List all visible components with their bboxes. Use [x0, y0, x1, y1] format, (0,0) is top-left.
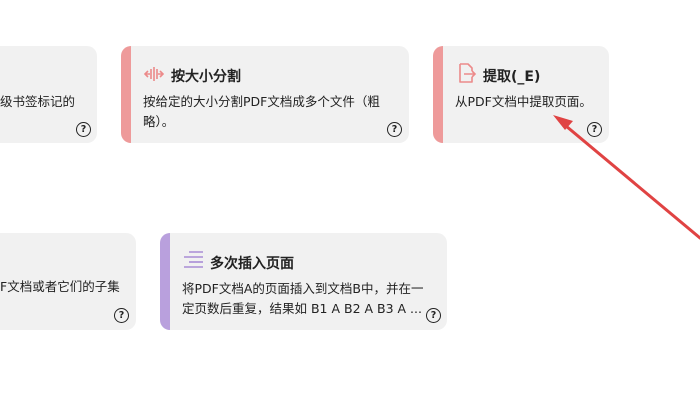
help-icon[interactable]: ?	[114, 308, 129, 323]
help-icon[interactable]: ?	[76, 122, 91, 137]
help-icon[interactable]: ?	[587, 122, 602, 137]
help-icon[interactable]: ?	[387, 122, 402, 137]
card-description-line1: 按给定的大小分割PDF文档成多个文件（粗	[143, 94, 380, 109]
card-description: 按给定的大小分割PDF文档成多个文件（粗 略）。	[143, 92, 405, 132]
card-description: 从PDF文档中提取页面。	[455, 92, 605, 112]
card-split-by-size[interactable]: 按大小分割 按给定的大小分割PDF文档成多个文件（粗 略）。 ?	[121, 46, 409, 143]
card-extract[interactable]: 提取(_E) 从PDF文档中提取页面。 ?	[433, 46, 609, 143]
card-multi-insert-pages[interactable]: 多次插入页面 将PDF文档A的页面插入到文档B中，并在一 定页数后重复，结果如 …	[160, 233, 447, 330]
card-description-line2: 略）。	[143, 114, 175, 129]
card-title: 提取(_E)	[483, 69, 541, 85]
card-title: 按大小分割	[171, 69, 241, 85]
extract-page-icon	[455, 62, 477, 84]
card-description: F文档或者它们的子集	[0, 279, 120, 294]
card-bookmark-split[interactable]: 级书签标记的 ?	[0, 46, 97, 143]
card-accent-stripe	[433, 46, 443, 143]
card-description-line2: 定页数后重复，结果如 B1 A B2 A B3 A ...	[182, 301, 422, 316]
card-merge[interactable]: F文档或者它们的子集 ?	[0, 233, 136, 330]
card-description-line1: 将PDF文档A的页面插入到文档B中，并在一	[182, 281, 424, 296]
help-icon[interactable]: ?	[426, 308, 441, 323]
card-accent-stripe	[160, 233, 170, 330]
card-accent-stripe	[121, 46, 131, 143]
card-description: 将PDF文档A的页面插入到文档B中，并在一 定页数后重复，结果如 B1 A B2…	[182, 279, 444, 319]
card-description: 级书签标记的	[0, 94, 76, 109]
card-title: 多次插入页面	[210, 256, 294, 272]
insert-lines-icon	[182, 249, 204, 271]
card-description-line1: 从PDF文档中提取页面。	[455, 94, 592, 109]
split-arrows-icon	[143, 63, 165, 85]
